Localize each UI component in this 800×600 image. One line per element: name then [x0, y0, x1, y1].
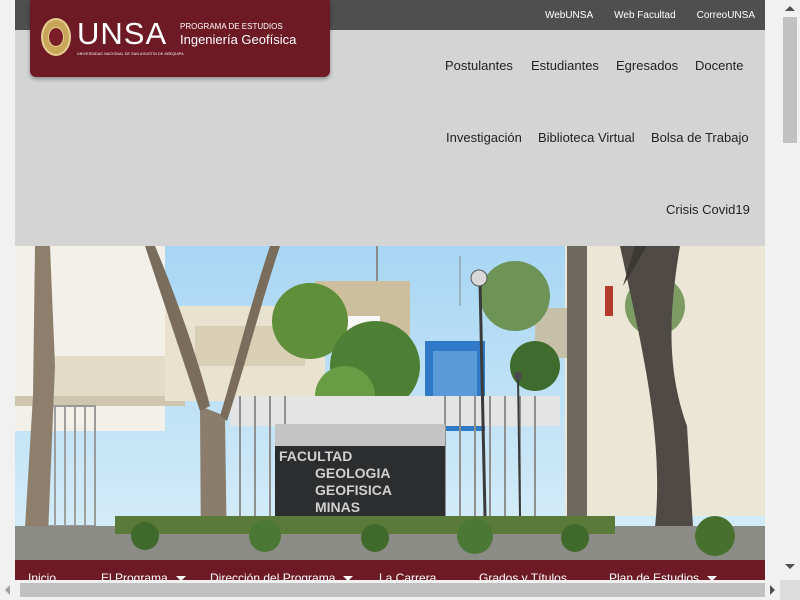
nav-investigacion[interactable]: Investigación — [446, 130, 522, 145]
nav-egresados[interactable]: Egresados — [616, 58, 678, 73]
scrollbar-corner — [780, 580, 800, 600]
nav-biblioteca-virtual[interactable]: Biblioteca Virtual — [538, 130, 635, 145]
menu-plan-label: Plan de Estudios — [609, 571, 700, 580]
logo-text: UNSA — [77, 16, 168, 51]
university-seal-icon — [41, 18, 71, 56]
menu-la-carrera[interactable]: La Carrera — [379, 571, 436, 580]
nav-crisis-covid19[interactable]: Crisis Covid19 — [666, 202, 750, 217]
scroll-right-arrow-icon[interactable] — [770, 585, 775, 595]
menu-direccion-del-programa[interactable]: Dirección del Programa — [210, 571, 354, 580]
sign-line-3: GEOFISICA — [315, 482, 392, 498]
program-name: Ingeniería Geofísica — [180, 32, 297, 47]
top-link-webunsa[interactable]: WebUNSA — [545, 10, 593, 21]
menu-inicio[interactable]: Inicio — [28, 571, 56, 580]
nav-bolsa-de-trabajo[interactable]: Bolsa de Trabajo — [651, 130, 749, 145]
nav-postulantes[interactable]: Postulantes — [445, 58, 513, 73]
campus-photo: FACULTAD GEOLOGIA GEOFISICA MINAS — [15, 246, 765, 560]
scroll-left-arrow-icon[interactable] — [5, 585, 10, 595]
scroll-down-arrow-icon[interactable] — [785, 564, 795, 569]
menu-el-programa[interactable]: El Programa — [101, 571, 186, 580]
brand-logo-panel[interactable]: UNSA UNIVERSIDAD NACIONAL DE SAN AGUSTIN… — [30, 0, 330, 77]
menu-direccion-label: Dirección del Programa — [210, 571, 336, 580]
logo-subtext: UNIVERSIDAD NACIONAL DE SAN AGUSTIN DE A… — [77, 52, 184, 56]
main-menu-bar: Inicio El Programa Dirección del Program… — [15, 560, 765, 580]
vertical-scrollbar[interactable] — [780, 0, 800, 580]
menu-la-carrera-label: La Carrera — [379, 571, 437, 580]
menu-grados-label: Grados y Títulos — [479, 571, 567, 580]
vertical-scroll-thumb[interactable] — [783, 17, 797, 143]
horizontal-scrollbar[interactable] — [0, 580, 780, 600]
nav-docente[interactable]: Docente — [695, 58, 743, 73]
top-link-web-facultad[interactable]: Web Facultad — [614, 10, 676, 21]
menu-grados-y-titulos[interactable]: Grados y Títulos — [479, 571, 567, 580]
horizontal-scroll-thumb[interactable] — [20, 583, 765, 597]
sign-line-4: MINAS — [315, 499, 360, 515]
top-link-correounsa[interactable]: CorreoUNSA — [697, 10, 755, 21]
sign-line-2: GEOLOGIA — [315, 465, 390, 481]
menu-inicio-label: Inicio — [28, 571, 57, 580]
menu-plan-de-estudios[interactable]: Plan de Estudios — [609, 571, 718, 580]
nav-estudiantes[interactable]: Estudiantes — [531, 58, 599, 73]
top-links: WebUNSA Web Facultad CorreoUNSA — [545, 0, 755, 30]
scroll-up-arrow-icon[interactable] — [785, 6, 795, 11]
program-caption: PROGRAMA DE ESTUDIOS — [180, 22, 283, 31]
hero-image: FACULTAD GEOLOGIA GEOFISICA MINAS — [15, 246, 765, 560]
page: WebUNSA Web Facultad CorreoUNSA UNSA UNI… — [15, 0, 765, 580]
menu-el-programa-label: El Programa — [101, 571, 168, 580]
sign-line-1: FACULTAD — [279, 448, 352, 464]
